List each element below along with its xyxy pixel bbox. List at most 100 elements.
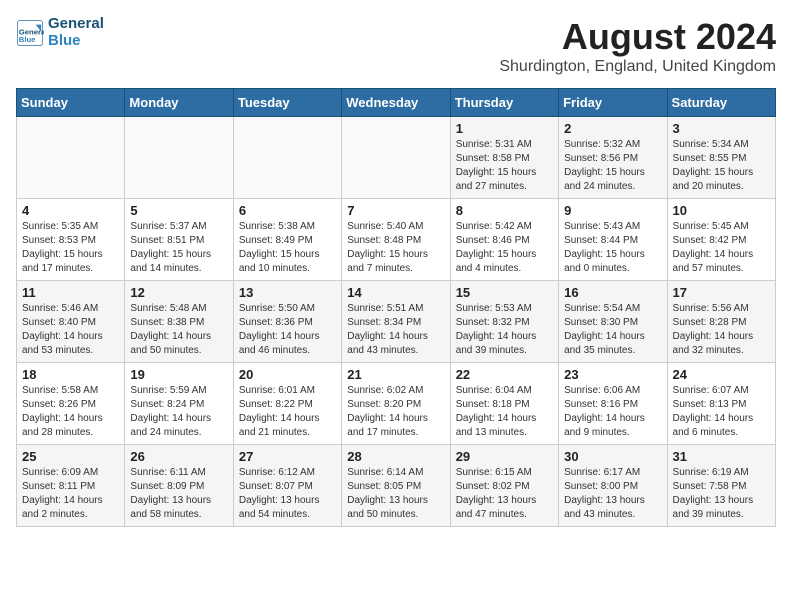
day-number: 31 <box>673 449 770 464</box>
day-info: Sunrise: 6:04 AM Sunset: 8:18 PM Dayligh… <box>456 384 553 440</box>
day-number: 16 <box>564 285 661 300</box>
logo-text-area: General Blue <box>48 16 104 49</box>
day-number: 1 <box>456 121 553 136</box>
day-number: 19 <box>130 367 227 382</box>
day-cell: 9Sunrise: 5:43 AM Sunset: 8:44 PM Daylig… <box>559 199 667 281</box>
day-number: 5 <box>130 203 227 218</box>
day-cell: 1 Sunrise: 5:31 AM Sunset: 8:58 PM Daylig… <box>450 117 558 199</box>
day-number: 14 <box>347 285 444 300</box>
day-cell <box>17 117 125 199</box>
day-info: Sunrise: 6:01 AM Sunset: 8:22 PM Dayligh… <box>239 384 336 440</box>
day-cell: 21 Sunrise: 6:02 AM Sunset: 8:20 PM Dayli… <box>342 363 450 445</box>
day-info: Sunrise: 6:19 AM Sunset: 7:58 PM Dayligh… <box>673 466 770 522</box>
day-cell: 8Sunrise: 5:42 AM Sunset: 8:46 PM Daylig… <box>450 199 558 281</box>
day-number: 28 <box>347 449 444 464</box>
day-info: Sunrise: 5:45 AM Sunset: 8:42 PM Dayligh… <box>673 220 770 276</box>
day-info: Sunrise: 5:58 AM Sunset: 8:26 PM Dayligh… <box>22 384 119 440</box>
day-number: 6 <box>239 203 336 218</box>
week-row-4: 25 Sunrise: 6:09 AM Sunset: 8:11 PM Dayli… <box>17 445 776 527</box>
day-number: 7 <box>347 203 444 218</box>
day-info: Sunrise: 6:11 AM Sunset: 8:09 PM Dayligh… <box>130 466 227 522</box>
day-cell <box>342 117 450 199</box>
header-cell-friday: Friday <box>559 89 667 117</box>
day-number: 26 <box>130 449 227 464</box>
logo: General Blue General Blue <box>16 16 104 49</box>
day-number: 10 <box>673 203 770 218</box>
day-number: 23 <box>564 367 661 382</box>
day-info: Sunrise: 6:15 AM Sunset: 8:02 PM Dayligh… <box>456 466 553 522</box>
day-number: 17 <box>673 285 770 300</box>
day-cell: 22 Sunrise: 6:04 AM Sunset: 8:18 PM Dayli… <box>450 363 558 445</box>
day-cell: 3 Sunrise: 5:34 AM Sunset: 8:55 PM Daylig… <box>667 117 775 199</box>
header-cell-sunday: Sunday <box>17 89 125 117</box>
day-cell: 11 Sunrise: 5:46 AM Sunset: 8:40 PM Dayli… <box>17 281 125 363</box>
logo-line2: Blue <box>48 32 81 49</box>
day-cell: 4Sunrise: 5:35 AM Sunset: 8:53 PM Daylig… <box>17 199 125 281</box>
day-number: 18 <box>22 367 119 382</box>
day-number: 21 <box>347 367 444 382</box>
day-info: Sunrise: 5:38 AM Sunset: 8:49 PM Dayligh… <box>239 220 336 276</box>
day-cell: 17 Sunrise: 5:56 AM Sunset: 8:28 PM Dayli… <box>667 281 775 363</box>
day-info: Sunrise: 5:32 AM Sunset: 8:56 PM Dayligh… <box>564 138 661 194</box>
day-number: 3 <box>673 121 770 136</box>
day-info: Sunrise: 6:09 AM Sunset: 8:11 PM Dayligh… <box>22 466 119 522</box>
day-cell: 7Sunrise: 5:40 AM Sunset: 8:48 PM Daylig… <box>342 199 450 281</box>
day-cell: 19 Sunrise: 5:59 AM Sunset: 8:24 PM Dayli… <box>125 363 233 445</box>
day-cell <box>125 117 233 199</box>
day-number: 11 <box>22 285 119 300</box>
day-cell: 25 Sunrise: 6:09 AM Sunset: 8:11 PM Dayli… <box>17 445 125 527</box>
day-number: 24 <box>673 367 770 382</box>
day-number: 22 <box>456 367 553 382</box>
day-number: 25 <box>22 449 119 464</box>
day-info: Sunrise: 5:37 AM Sunset: 8:51 PM Dayligh… <box>130 220 227 276</box>
location-subtitle: Shurdington, England, United Kingdom <box>499 58 776 76</box>
header-cell-wednesday: Wednesday <box>342 89 450 117</box>
day-number: 12 <box>130 285 227 300</box>
day-cell: 18 Sunrise: 5:58 AM Sunset: 8:26 PM Dayli… <box>17 363 125 445</box>
day-cell: 15Sunrise: 5:53 AM Sunset: 8:32 PM Dayli… <box>450 281 558 363</box>
day-info: Sunrise: 5:34 AM Sunset: 8:55 PM Dayligh… <box>673 138 770 194</box>
day-info: Sunrise: 5:42 AM Sunset: 8:46 PM Dayligh… <box>456 220 553 276</box>
day-number: 29 <box>456 449 553 464</box>
logo-icon: General Blue <box>16 19 44 47</box>
day-info: Sunrise: 6:07 AM Sunset: 8:13 PM Dayligh… <box>673 384 770 440</box>
day-number: 4 <box>22 203 119 218</box>
day-info: Sunrise: 5:48 AM Sunset: 8:38 PM Dayligh… <box>130 302 227 358</box>
day-info: Sunrise: 5:59 AM Sunset: 8:24 PM Dayligh… <box>130 384 227 440</box>
day-cell: 2Sunrise: 5:32 AM Sunset: 8:56 PM Daylig… <box>559 117 667 199</box>
calendar-table: SundayMondayTuesdayWednesdayThursdayFrid… <box>16 88 776 527</box>
header-cell-saturday: Saturday <box>667 89 775 117</box>
calendar-body: 1 Sunrise: 5:31 AM Sunset: 8:58 PM Daylig… <box>17 117 776 527</box>
day-number: 15 <box>456 285 553 300</box>
day-info: Sunrise: 5:31 AM Sunset: 8:58 PM Dayligh… <box>456 138 553 194</box>
header-cell-tuesday: Tuesday <box>233 89 341 117</box>
day-info: Sunrise: 5:54 AM Sunset: 8:30 PM Dayligh… <box>564 302 661 358</box>
day-cell: 30 Sunrise: 6:17 AM Sunset: 8:00 PM Dayli… <box>559 445 667 527</box>
day-info: Sunrise: 5:43 AM Sunset: 8:44 PM Dayligh… <box>564 220 661 276</box>
day-cell <box>233 117 341 199</box>
day-cell: 6 Sunrise: 5:38 AM Sunset: 8:49 PM Daylig… <box>233 199 341 281</box>
day-cell: 28 Sunrise: 6:14 AM Sunset: 8:05 PM Dayli… <box>342 445 450 527</box>
day-cell: 13 Sunrise: 5:50 AM Sunset: 8:36 PM Dayli… <box>233 281 341 363</box>
header-cell-monday: Monday <box>125 89 233 117</box>
day-info: Sunrise: 6:02 AM Sunset: 8:20 PM Dayligh… <box>347 384 444 440</box>
week-row-1: 4Sunrise: 5:35 AM Sunset: 8:53 PM Daylig… <box>17 199 776 281</box>
day-cell: 27 Sunrise: 6:12 AM Sunset: 8:07 PM Dayli… <box>233 445 341 527</box>
day-number: 27 <box>239 449 336 464</box>
day-number: 20 <box>239 367 336 382</box>
day-cell: 14Sunrise: 5:51 AM Sunset: 8:34 PM Dayli… <box>342 281 450 363</box>
day-info: Sunrise: 6:12 AM Sunset: 8:07 PM Dayligh… <box>239 466 336 522</box>
day-cell: 24 Sunrise: 6:07 AM Sunset: 8:13 PM Dayli… <box>667 363 775 445</box>
day-number: 13 <box>239 285 336 300</box>
day-info: Sunrise: 5:50 AM Sunset: 8:36 PM Dayligh… <box>239 302 336 358</box>
day-number: 30 <box>564 449 661 464</box>
day-info: Sunrise: 5:46 AM Sunset: 8:40 PM Dayligh… <box>22 302 119 358</box>
day-cell: 23Sunrise: 6:06 AM Sunset: 8:16 PM Dayli… <box>559 363 667 445</box>
day-info: Sunrise: 6:17 AM Sunset: 8:00 PM Dayligh… <box>564 466 661 522</box>
day-cell: 31 Sunrise: 6:19 AM Sunset: 7:58 PM Dayli… <box>667 445 775 527</box>
week-row-3: 18 Sunrise: 5:58 AM Sunset: 8:26 PM Dayli… <box>17 363 776 445</box>
day-info: Sunrise: 5:56 AM Sunset: 8:28 PM Dayligh… <box>673 302 770 358</box>
month-title: August 2024 <box>499 16 776 58</box>
day-info: Sunrise: 6:14 AM Sunset: 8:05 PM Dayligh… <box>347 466 444 522</box>
calendar-header: SundayMondayTuesdayWednesdayThursdayFrid… <box>17 89 776 117</box>
